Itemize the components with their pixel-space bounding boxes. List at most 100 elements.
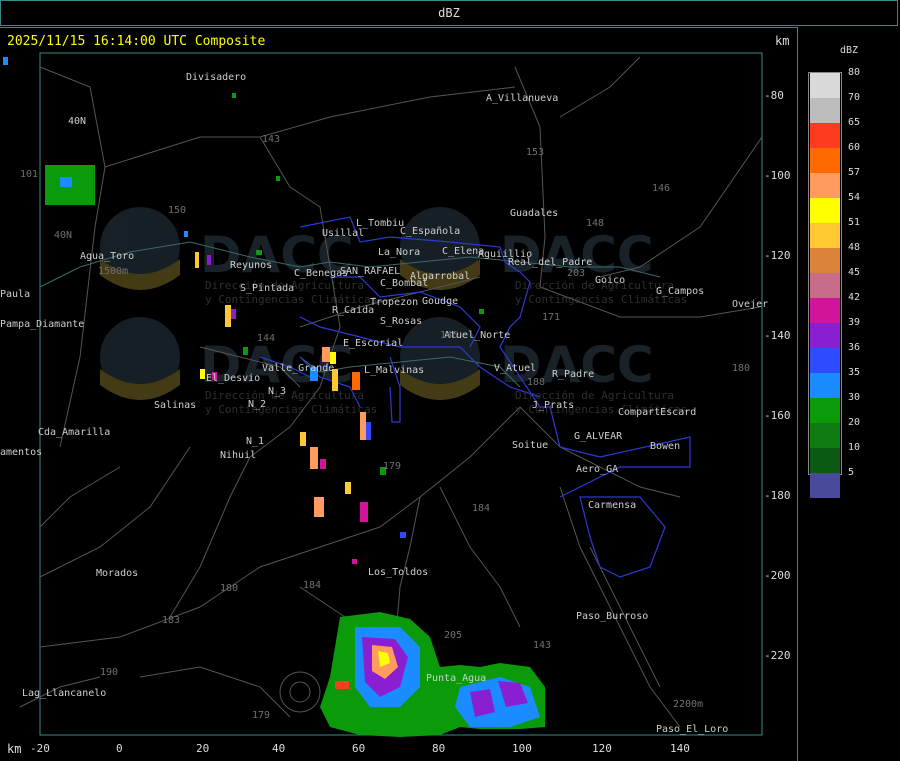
echo-cell — [60, 177, 72, 187]
place-label: Paso_Burroso — [576, 611, 649, 622]
echo-cell — [335, 681, 349, 689]
route-label: 150 — [168, 205, 187, 216]
place-label: C_Bombal — [380, 278, 429, 289]
place-label: N_1 — [246, 436, 265, 447]
place-label: Real_del_Padre — [508, 257, 593, 268]
legend-swatch — [810, 198, 840, 223]
legend-swatch — [810, 98, 840, 123]
place-label: Ovejer — [732, 299, 769, 310]
km-unit-bottom: km — [7, 742, 22, 756]
legend-swatch — [810, 123, 840, 148]
legend-swatch — [810, 398, 840, 423]
echo-cell — [360, 412, 366, 440]
legend-title: dBZ — [840, 45, 859, 56]
place-label: Los_Toldos — [368, 567, 429, 578]
echo-cell — [320, 459, 326, 469]
echo-cell — [200, 369, 205, 379]
place-label: Agua_Toro — [80, 251, 135, 262]
place-label: Morados — [96, 568, 139, 579]
echo-cell — [256, 250, 262, 255]
legend-label: 20 — [848, 417, 861, 428]
route-label: 40N — [54, 230, 73, 241]
place-label: J_Prats — [532, 400, 575, 411]
x-tick-label: 80 — [432, 742, 446, 755]
legend-swatch — [810, 248, 840, 273]
place-label: Valle_Grande — [262, 363, 335, 374]
route-label: 203 — [567, 268, 586, 279]
place-label: Carmensa — [588, 500, 637, 511]
place-label: L_Tombiu — [356, 218, 405, 229]
x-tick-label: 60 — [352, 742, 366, 755]
place-label: S_Pintada — [240, 283, 295, 294]
legend-swatch — [810, 423, 840, 448]
legend-swatch — [810, 448, 840, 473]
x-tick-label: 40 — [272, 742, 286, 755]
legend-swatch — [810, 298, 840, 323]
place-label: G_Campos — [656, 286, 705, 297]
route-label: 188 — [527, 377, 546, 388]
place-label: Paso_El_Loro — [656, 724, 729, 735]
route-label: 179 — [252, 710, 271, 721]
legend-label: 36 — [848, 342, 861, 353]
legend-label: 70 — [848, 92, 861, 103]
place-label: Guadales — [510, 208, 559, 219]
place-label: Goico — [595, 275, 626, 286]
legend-swatch — [810, 473, 840, 498]
y-tick-label: -220 — [764, 649, 791, 662]
echo-cell — [345, 482, 351, 494]
echo-cell — [360, 502, 368, 522]
y-tick-label: -160 — [764, 409, 791, 422]
place-label: L_Malvinas — [364, 365, 425, 376]
legend-swatch — [810, 323, 840, 348]
x-tick-label: 100 — [512, 742, 532, 755]
route-label: 101 — [20, 169, 39, 180]
route-label: 146 — [652, 183, 671, 194]
legend-label: 35 — [848, 367, 861, 378]
y-tick-label: -140 — [764, 329, 791, 342]
route-label: 2200m — [673, 699, 704, 710]
place-label: Bowen — [650, 441, 681, 452]
route-label: 144 — [257, 333, 276, 344]
echo-cell — [276, 176, 280, 181]
place-label: R_Caida — [332, 305, 375, 316]
product-title: dBZ — [438, 6, 460, 20]
place-label: SAN_RAFAEL — [340, 266, 401, 277]
radar-map[interactable]: DACC DACC DACC DACC Dirección de Agricul… — [0, 27, 798, 761]
place-label: G_ALVEAR — [574, 431, 623, 442]
place-label: El_Desvio — [206, 373, 261, 384]
legend-label: 51 — [848, 217, 861, 228]
echo-cell — [352, 559, 357, 564]
echo-cell — [479, 309, 484, 314]
echo-cell — [400, 532, 406, 538]
route-label: 184 — [303, 580, 322, 591]
km-unit-top: km — [775, 34, 790, 48]
timestamp-label: 2025/11/15 16:14:00 UTC Composite — [7, 34, 266, 49]
legend-label: 65 — [848, 117, 861, 128]
legend-label: 54 — [848, 192, 861, 203]
echo-cell — [195, 252, 199, 268]
x-tick-label: 140 — [670, 742, 690, 755]
x-tick-label: 20 — [196, 742, 210, 755]
legend-label: 39 — [848, 317, 861, 328]
echo-cell — [232, 93, 236, 98]
place-label: Tropezon — [370, 297, 419, 308]
echo-cell — [314, 497, 324, 517]
x-tick-label: 0 — [116, 742, 123, 755]
echo-cell — [225, 305, 231, 327]
place-label: amentos — [0, 447, 43, 458]
route-label: 183 — [162, 615, 181, 626]
y-tick-label: -180 — [764, 489, 791, 502]
place-label: La_Nora — [378, 247, 421, 258]
place-label: E_Escorial — [343, 338, 404, 349]
legend-swatch — [810, 373, 840, 398]
route-label: 153 — [526, 147, 545, 158]
route-label: 148 — [586, 218, 605, 229]
echo-cell — [310, 447, 318, 469]
y-tick-label: -80 — [764, 89, 784, 102]
y-tick-label: -120 — [764, 249, 791, 262]
echo-cell — [366, 422, 371, 440]
place-label: Goudge — [422, 296, 459, 307]
route-label: 180 — [732, 363, 751, 374]
place-label: Nihuil — [220, 450, 257, 461]
place-label: Punta_Agua — [426, 673, 487, 684]
